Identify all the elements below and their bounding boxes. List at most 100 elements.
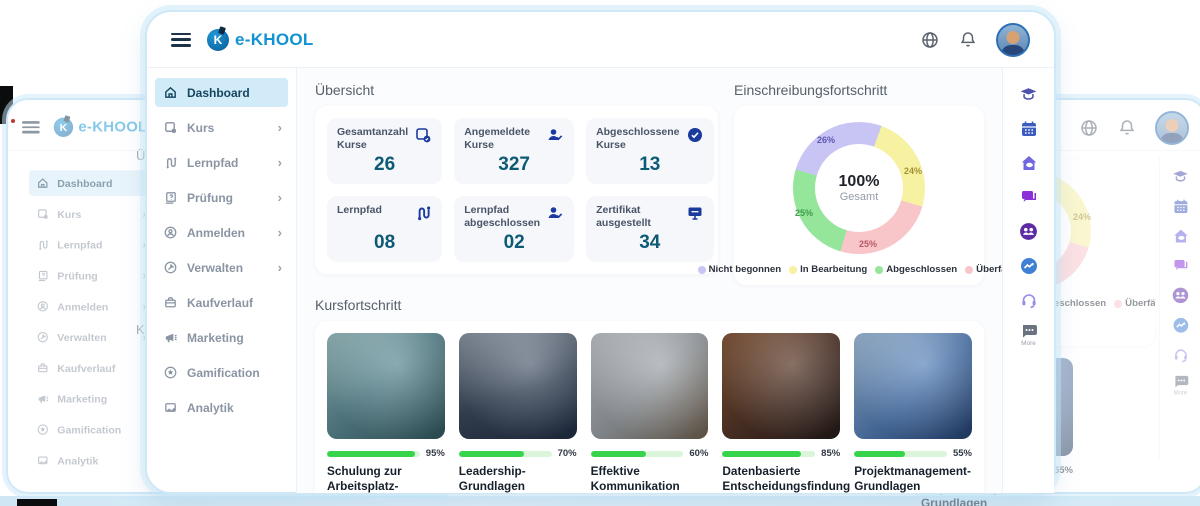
analytics-icon	[165, 403, 176, 412]
support-headset-icon[interactable]	[1019, 290, 1039, 310]
sidebar-item-gamification[interactable]: Gamification	[155, 358, 288, 387]
sidebar-item-gamification[interactable]: Gamification	[29, 417, 151, 443]
stat-card-total-courses: Gesamtanzahl Kurse 26	[327, 118, 443, 184]
calendar-icon[interactable]	[1171, 197, 1189, 215]
sidebar-item-verwalten[interactable]: Verwalten ›	[155, 253, 288, 282]
donut-center-value: 100%	[838, 173, 880, 190]
growth-icon[interactable]	[1019, 256, 1039, 276]
sidebar: Dashboard Kurs › Lernpfad › Prüfung › An…	[147, 68, 297, 493]
home-icon	[38, 178, 48, 188]
sidebar-item-marketing[interactable]: Marketing	[29, 386, 151, 412]
user-check-icon	[546, 126, 564, 152]
progress-value: 55%	[1053, 465, 1073, 476]
course-icon	[38, 209, 48, 219]
progress-fill	[590, 450, 647, 457]
progress-value: 85%	[821, 448, 841, 459]
home-cloud-icon[interactable]	[1019, 153, 1039, 173]
hamburger-menu-icon[interactable]	[171, 32, 191, 47]
sidebar-item-analytik[interactable]: Analytik	[29, 448, 151, 474]
chevron-right-icon: ›	[277, 190, 282, 205]
sidebar-item-lernpfad[interactable]: Lernpfad ›	[29, 232, 151, 258]
sidebar-item-marketing[interactable]: Marketing	[155, 323, 288, 352]
globe-icon[interactable]	[1079, 118, 1099, 138]
course-title: Leadership-Grundlagen	[458, 464, 526, 493]
sidebar-item-kaufverlauf[interactable]: Kaufverlauf	[155, 288, 288, 317]
support-headset-icon[interactable]	[1171, 346, 1189, 364]
avatar[interactable]	[996, 22, 1030, 57]
app-header: K e-KHOOL	[147, 12, 1054, 68]
sidebar-item-dashboard[interactable]: Dashboard	[155, 78, 288, 107]
globe-icon[interactable]	[920, 30, 940, 50]
sidebar-item-anmelden[interactable]: Anmelden ›	[155, 218, 288, 247]
sidebar-item-kurs[interactable]: Kurs ›	[155, 113, 288, 142]
analytics-icon	[38, 456, 48, 465]
main-window: K e-KHOOL Dashboard Kurs › Lernpfad › Pr…	[145, 10, 1056, 494]
exam-icon	[165, 192, 176, 204]
calendar-icon[interactable]	[1019, 119, 1039, 139]
course-photo	[458, 333, 577, 439]
sidebar-item-analytik[interactable]: Analytik	[155, 393, 288, 422]
progress-value: 95%	[425, 448, 445, 459]
backdrop-mark	[17, 499, 57, 506]
growth-icon[interactable]	[1171, 316, 1189, 334]
sidebar-item-pruefung[interactable]: Prüfung ›	[29, 263, 151, 289]
certificate-icon	[686, 204, 704, 230]
enroll-user-icon	[164, 226, 177, 239]
course-card-leadership[interactable]: 70% Leadership-Grundlagen Letzte Aktivit…	[458, 333, 577, 493]
stat-card-certificates: Zertifikat ausgestellt 34	[586, 196, 714, 262]
bg-slice-label: 24%	[1072, 212, 1091, 222]
legend-ueberfaellig: Überfällig	[1114, 298, 1155, 309]
sidebar-item-pruefung[interactable]: Prüfung ›	[155, 183, 288, 212]
enrollment-card: 100% Gesamt 26% 24% 25% 25% Nicht begonn…	[697, 106, 1002, 285]
manage-wrench-icon	[37, 331, 48, 343]
graduation-cap-icon[interactable]	[1018, 84, 1039, 105]
exam-icon	[38, 270, 48, 282]
bell-icon[interactable]	[958, 30, 978, 50]
chevron-right-icon: ›	[277, 155, 282, 170]
chevron-right-icon: ›	[277, 120, 282, 135]
brand-logo[interactable]: K e-KHOOL	[207, 28, 314, 51]
course-card-projektmanagement[interactable]: 55% Projektmanagement-Grundlagen Letzte …	[854, 333, 972, 493]
course-card-compliance[interactable]: 95% Schulung zur Arbeitsplatz-Compliance…	[327, 333, 445, 493]
enrollment-title: Einschreibungsfortschritt	[734, 82, 888, 98]
chat-icon[interactable]	[1171, 256, 1189, 274]
legend-in-bearbeitung: In Bearbeitung	[789, 264, 867, 275]
chat-icon[interactable]	[1019, 187, 1039, 207]
legend-nicht-begonnen: Nicht begonnen	[697, 264, 781, 275]
home-icon	[165, 86, 176, 98]
gamification-star-icon	[164, 366, 177, 379]
courses-panel: 95% Schulung zur Arbeitsplatz-Compliance…	[315, 321, 984, 493]
community-icon[interactable]	[1171, 286, 1190, 305]
megaphone-icon	[38, 395, 49, 403]
legend-ueberfaellig: Überfällig	[965, 264, 1002, 275]
progress-track	[854, 450, 947, 457]
learning-path-icon	[414, 204, 432, 222]
more-icon[interactable]: More	[1020, 324, 1038, 347]
brand-badge-icon: K	[207, 28, 229, 51]
more-icon[interactable]: More	[1172, 375, 1189, 396]
stat-card-completed-courses: Abgeschlossene Kurse 13	[586, 118, 714, 184]
sidebar-item-verwalten[interactable]: Verwalten ›	[29, 324, 151, 350]
backdrop-dot	[11, 119, 15, 123]
course-card-kommunikation[interactable]: 60% Effektive Kommunikation Letzte Aktiv…	[590, 333, 709, 493]
community-icon[interactable]	[1018, 221, 1039, 242]
stat-card-path-completed: Lernpfad abgeschlossen 02	[454, 196, 575, 262]
progress-fill	[722, 450, 802, 457]
content-area: Übersicht Gesamtanzahl Kurse 26 Angemeld…	[297, 68, 1002, 493]
sidebar-item-anmelden[interactable]: Anmelden ›	[29, 294, 151, 320]
progress-fill	[458, 450, 524, 457]
sidebar-item-lernpfad[interactable]: Lernpfad ›	[155, 148, 288, 177]
course-card-entscheidungsfindung[interactable]: 85% Datenbasierte Entscheidungsfindung L…	[722, 333, 850, 493]
slice-label-nicht-begonnen: 26%	[817, 135, 836, 145]
home-cloud-icon[interactable]	[1171, 227, 1189, 245]
hamburger-menu-icon[interactable]	[22, 121, 40, 134]
avatar[interactable]	[1155, 111, 1189, 145]
sidebar-item-kaufverlauf[interactable]: Kaufverlauf	[29, 355, 151, 381]
enroll-user-icon	[37, 301, 48, 312]
sidebar-item-dashboard[interactable]: Dashboard	[29, 170, 152, 196]
right-icon-rail: More	[1002, 68, 1054, 493]
bell-icon[interactable]	[1117, 118, 1137, 138]
graduation-cap-icon[interactable]	[1171, 167, 1190, 186]
sidebar-item-kurs[interactable]: Kurs ›	[29, 201, 151, 227]
brand-logo[interactable]: K e-KHOOL	[53, 117, 148, 137]
